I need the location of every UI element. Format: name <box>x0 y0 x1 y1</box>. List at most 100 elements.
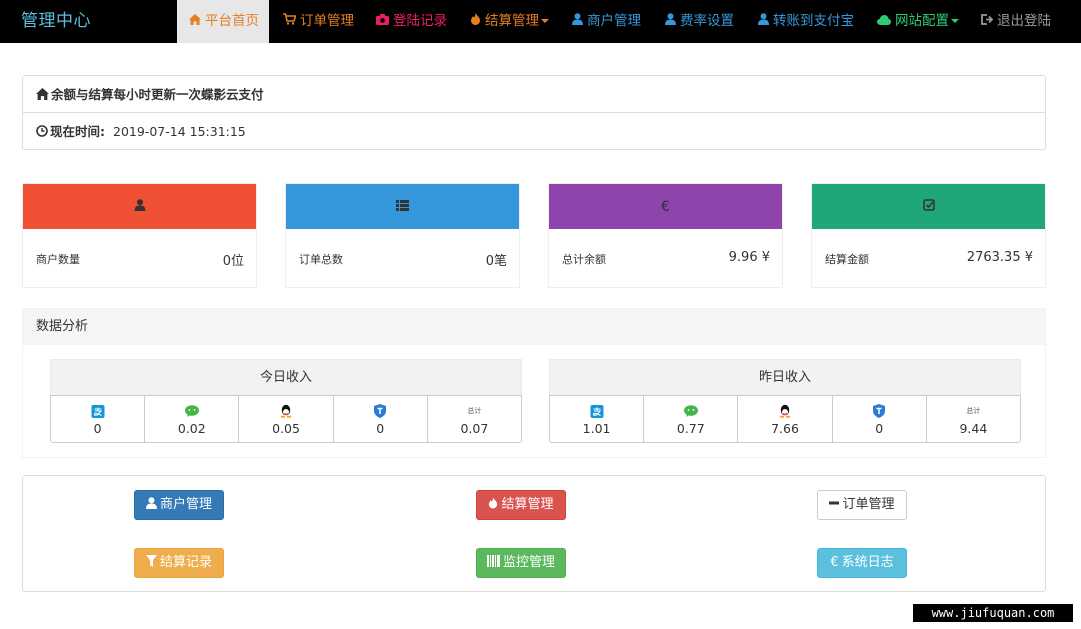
stat-label: 总计余额 <box>562 253 606 266</box>
nav-item-label: 结算管理 <box>485 13 539 29</box>
nav-item-label: 登陆记录 <box>393 13 447 29</box>
home-icon <box>36 77 49 114</box>
revenue-value: 0.05 <box>272 421 300 436</box>
total-icon: 总计 <box>966 407 981 415</box>
cart-icon <box>283 0 297 43</box>
time-label: 现在时间: <box>50 124 105 139</box>
revenue-value: 0 <box>875 421 884 436</box>
nav-item-rates[interactable]: 费率设置 <box>665 0 734 43</box>
top-navbar: 管理中心 平台首页 订单管理 登陆记录 结算管理 商户管理 费率设置 转账到支付… <box>0 0 1081 43</box>
stat-card-header: € <box>549 184 782 229</box>
nav-item-home[interactable]: 平台首页 <box>177 0 269 43</box>
revenue-cell-qq: 7.66 <box>738 396 833 442</box>
button-label: 结算记录 <box>159 555 212 570</box>
check-icon <box>922 198 935 215</box>
euro-icon: € <box>661 198 670 215</box>
revenue-cell-total: 总计 0.07 <box>428 396 521 442</box>
nav-item-settlement[interactable]: 结算管理 <box>470 0 549 43</box>
today-revenue-cells: 0 0.02 0.05 0 总计 0.07 <box>50 395 522 443</box>
revenue-cell-wechat: 0.02 <box>145 396 240 442</box>
fire-icon <box>488 491 498 519</box>
data-analysis-panel: 数据分析 今日收入 0 0.02 0.05 0 总计 0.07 昨日收入 1.0… <box>22 308 1046 458</box>
button-label: 订单管理 <box>842 497 895 512</box>
nav-item-label: 网站配置 <box>895 13 949 29</box>
stat-value: 2763.35 ¥ <box>966 250 1033 265</box>
stat-value: 0位 <box>222 254 244 269</box>
nav-item-login-records[interactable]: 登陆记录 <box>376 0 447 43</box>
settlement-records-button[interactable]: 结算记录 <box>134 548 224 578</box>
order-manage-button[interactable]: 订单管理 <box>817 490 907 520</box>
chevron-down-icon <box>951 19 959 23</box>
revenue-cell-tenpay: 0 <box>334 396 428 442</box>
barcode-icon <box>486 549 500 577</box>
revenue-value: 0.07 <box>460 421 489 436</box>
nav-item-label: 订单管理 <box>300 13 354 29</box>
yesterday-revenue-cells: 1.01 0.77 7.66 0 总计 9.44 <box>549 395 1021 443</box>
tenpay-shield-icon <box>873 404 886 418</box>
user-icon <box>758 0 769 43</box>
stat-card-orders: 订单总数 0笔 <box>285 183 520 288</box>
stat-card-header <box>812 184 1045 229</box>
camera-icon <box>376 0 389 43</box>
system-log-button[interactable]: € 系统日志 <box>817 548 907 578</box>
stat-label: 商户数量 <box>36 253 80 266</box>
wechat-icon <box>683 404 698 418</box>
tenpay-shield-icon <box>374 404 387 418</box>
qq-icon <box>779 404 791 418</box>
brand-title[interactable]: 管理中心 <box>21 10 91 32</box>
nav-item-label: 费率设置 <box>680 13 734 29</box>
nav-item-label: 商户管理 <box>587 13 641 29</box>
nav-item-site-config[interactable]: 网站配置 <box>877 0 959 43</box>
analysis-title: 数据分析 <box>23 309 1045 345</box>
revenue-cell-alipay: 1.01 <box>550 396 645 442</box>
settlement-manage-button[interactable]: 结算管理 <box>476 490 566 520</box>
list-icon <box>396 199 409 215</box>
total-icon: 总计 <box>467 407 482 415</box>
fire-icon <box>470 0 481 43</box>
nav-item-label: 平台首页 <box>205 13 259 29</box>
notice-text: 余额与结算每小时更新一次蝶影云支付 <box>51 87 264 102</box>
yesterday-revenue-title: 昨日收入 <box>549 359 1021 395</box>
monitor-manage-button[interactable]: 监控管理 <box>476 548 566 578</box>
yesterday-revenue: 昨日收入 1.01 0.77 7.66 0 总计 9.44 <box>549 359 1021 444</box>
revenue-value: 0.02 <box>177 421 206 436</box>
button-label: 系统日志 <box>841 555 894 570</box>
info-panel: 余额与结算每小时更新一次蝶影云支付 现在时间: 2019-07-14 15:31:… <box>22 75 1046 150</box>
nav-item-merchants[interactable]: 商户管理 <box>572 0 641 43</box>
stat-card-balance: € 总计余额 9.96 ¥ <box>548 183 783 288</box>
user-icon <box>665 0 676 43</box>
minus-icon <box>829 491 840 519</box>
alipay-icon <box>91 404 105 418</box>
nav-item-transfer-alipay[interactable]: 转账到支付宝 <box>758 0 854 43</box>
today-revenue: 今日收入 0 0.02 0.05 0 总计 0.07 <box>50 359 522 444</box>
nav-item-logout[interactable]: 退出登陆 <box>981 0 1051 43</box>
nav-item-orders[interactable]: 订单管理 <box>283 0 354 43</box>
merchant-manage-button[interactable]: 商户管理 <box>134 490 224 520</box>
button-label: 监控管理 <box>502 555 555 570</box>
quick-actions-panel: 商户管理 结算管理 订单管理 结算记录 监控管理 € 系统日志 <box>22 475 1046 592</box>
chevron-down-icon <box>541 19 549 23</box>
notice-row: 余额与结算每小时更新一次蝶影云支付 <box>23 76 1045 113</box>
user-icon <box>145 491 157 519</box>
nav-item-label: 转账到支付宝 <box>773 13 854 29</box>
revenue-value: 1.01 <box>582 421 611 436</box>
wechat-icon <box>184 404 199 418</box>
stat-card-header <box>23 184 256 229</box>
user-icon <box>134 198 146 215</box>
revenue-cell-alipay: 0 <box>51 396 146 442</box>
stat-label: 订单总数 <box>299 253 343 266</box>
revenue-value: 0 <box>376 421 385 436</box>
stat-card-merchants: 商户数量 0位 <box>22 183 257 288</box>
logout-icon <box>981 0 994 43</box>
watermark: www.jiufuquan.com <box>913 604 1073 622</box>
stat-label: 结算金额 <box>825 253 869 266</box>
stat-value: 0笔 <box>485 254 507 269</box>
user-icon <box>572 0 583 43</box>
button-label: 结算管理 <box>501 497 554 512</box>
revenue-cell-wechat: 0.77 <box>644 396 739 442</box>
revenue-cell-qq: 0.05 <box>239 396 334 442</box>
euro-icon: € <box>830 555 839 570</box>
button-label: 商户管理 <box>159 497 212 512</box>
today-revenue-title: 今日收入 <box>50 359 522 395</box>
home-icon <box>189 0 201 43</box>
